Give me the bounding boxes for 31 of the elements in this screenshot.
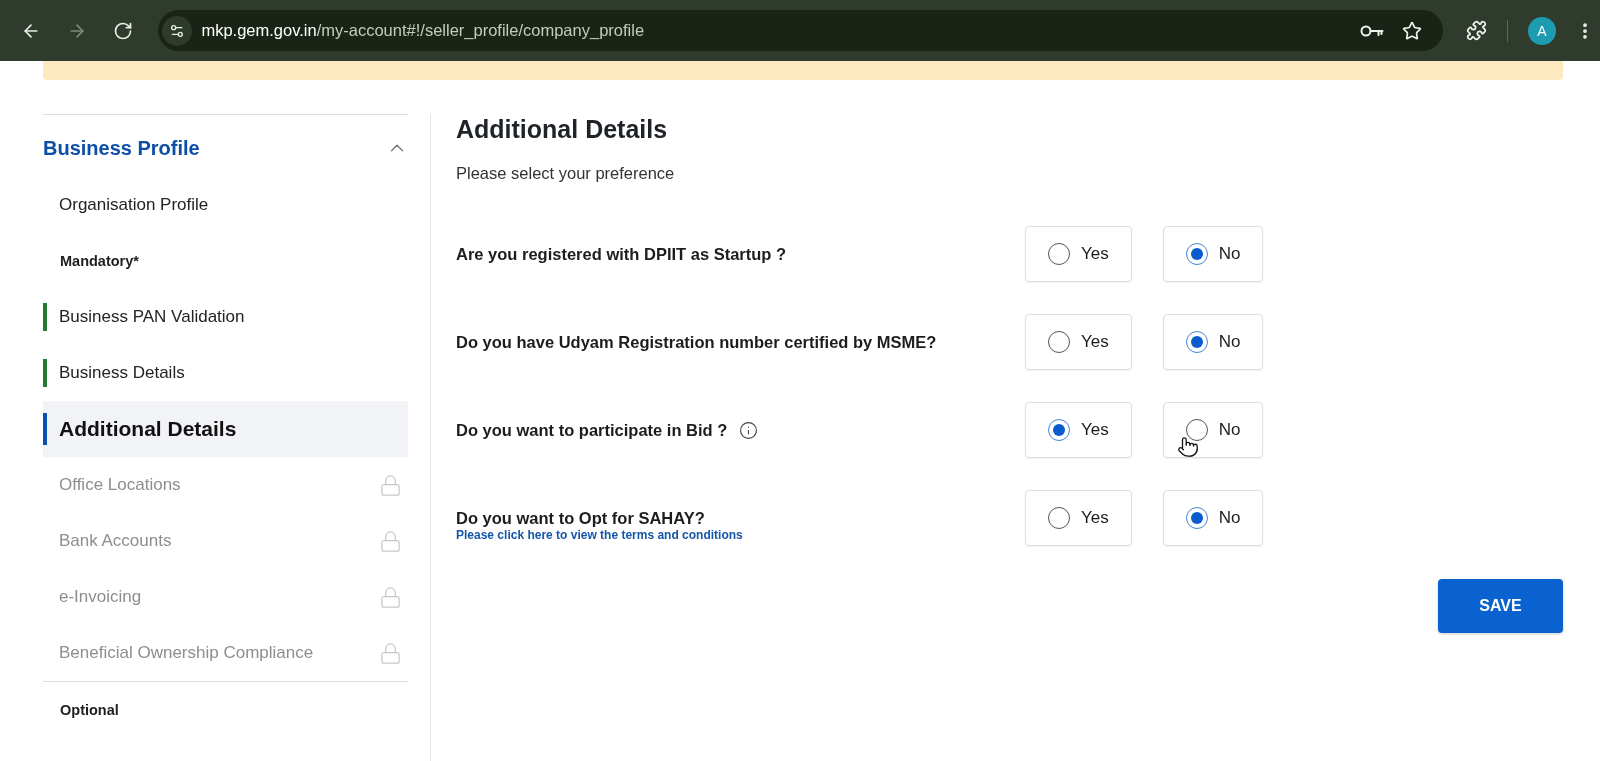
- key-icon[interactable]: [1360, 23, 1384, 38]
- puzzle-icon[interactable]: [1465, 20, 1487, 41]
- choice-option[interactable]: Yes: [1025, 314, 1132, 370]
- choice-option[interactable]: Yes: [1025, 402, 1132, 458]
- star-icon[interactable]: [1402, 20, 1422, 41]
- question-text: Do you want to Opt for SAHAY?: [456, 508, 705, 529]
- choice-option[interactable]: Yes: [1025, 226, 1132, 282]
- sidebar-item[interactable]: Organisation Profile: [43, 177, 408, 233]
- question-text: Do you have Udyam Registration number certified by MSME?: [456, 332, 937, 353]
- section-title[interactable]: Business Profile: [43, 136, 200, 160]
- page-subtitle: Please select your preference: [456, 163, 675, 184]
- page-title: Additional Details: [456, 114, 668, 144]
- address-bar[interactable]: mkp.gem.gov.in/my-account#!/seller_profile/company_profile: [158, 10, 1443, 51]
- save-button[interactable]: SAVE: [1438, 579, 1563, 633]
- question-text: Do you want to participate in Bid ?: [456, 420, 728, 441]
- sidebar-item[interactable]: Business Details: [43, 345, 408, 401]
- info-icon[interactable]: [739, 420, 759, 440]
- section-heading: Optional: [43, 681, 408, 737]
- sidebar-item[interactable]: Business PAN Validation: [43, 289, 408, 345]
- choice-option[interactable]: No: [1162, 490, 1264, 546]
- sliders-icon[interactable]: [162, 15, 193, 46]
- choice-option[interactable]: No: [1162, 402, 1264, 458]
- sidebar-item[interactable]: Additional Details: [43, 401, 408, 457]
- choice-option[interactable]: No: [1162, 226, 1264, 282]
- question-text: Are you registered with DPIIT as Startup ?: [456, 244, 787, 265]
- reload-icon[interactable]: [112, 20, 133, 41]
- choice-option[interactable]: No: [1162, 314, 1264, 370]
- url-text: mkp.gem.gov.in/my-account#!/seller_profile/company_profile: [201, 21, 645, 40]
- choice-option[interactable]: Yes: [1025, 490, 1132, 546]
- terms-link[interactable]: Please click here to view the terms and conditions: [456, 528, 743, 542]
- section-heading: Mandatory*: [59, 252, 140, 271]
